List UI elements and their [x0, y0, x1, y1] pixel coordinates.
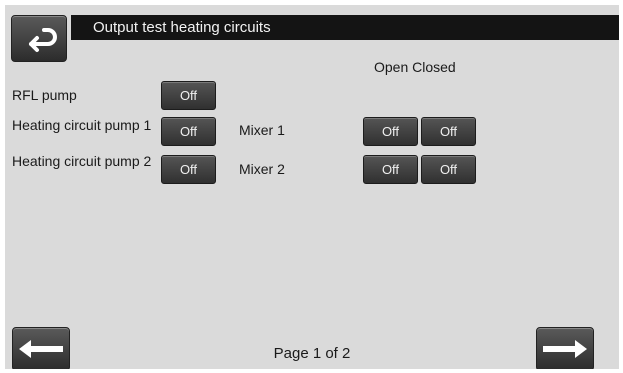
arrow-right-icon — [543, 340, 587, 358]
mixer-1-open-toggle[interactable]: Off — [363, 117, 418, 146]
heating-circuit-pump-2-toggle[interactable]: Off — [161, 155, 216, 184]
rfl-pump-toggle[interactable]: Off — [161, 81, 216, 110]
mixer-1-label: Mixer 1 — [239, 122, 285, 138]
screen: Output test heating circuits Open Closed… — [5, 5, 619, 369]
page-title: Output test heating circuits — [71, 15, 619, 40]
mixer-2-closed-toggle[interactable]: Off — [421, 155, 476, 184]
open-closed-header: Open Closed — [374, 59, 456, 75]
heating-circuit-pump-1-label: Heating circuit pump 1 — [12, 117, 152, 133]
mixer-1-closed-toggle[interactable]: Off — [421, 117, 476, 146]
next-page-button[interactable] — [536, 327, 594, 369]
page-indicator: Page 1 of 2 — [273, 345, 351, 362]
rfl-pump-label: RFL pump — [12, 87, 77, 103]
back-button[interactable] — [11, 15, 67, 62]
mixer-2-label: Mixer 2 — [239, 161, 285, 177]
return-arrow-icon — [29, 28, 57, 52]
heating-circuit-pump-2-label: Heating circuit pump 2 — [12, 153, 152, 169]
mixer-2-open-toggle[interactable]: Off — [363, 155, 418, 184]
heating-circuit-pump-1-toggle[interactable]: Off — [161, 117, 216, 146]
